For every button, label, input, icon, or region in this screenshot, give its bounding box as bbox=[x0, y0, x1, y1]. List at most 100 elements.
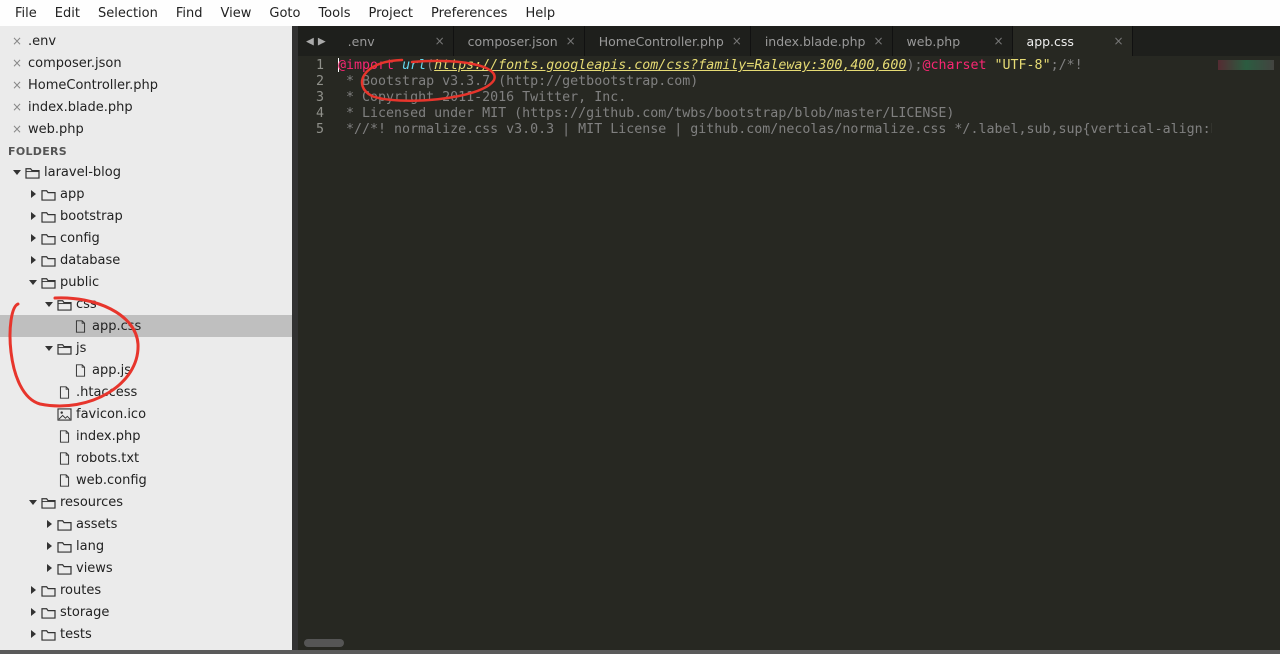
chevron-right-icon[interactable] bbox=[44, 563, 54, 573]
chevron-right-icon[interactable] bbox=[28, 211, 38, 221]
chevron-right-icon[interactable] bbox=[28, 629, 38, 639]
tree-folder-database[interactable]: database bbox=[0, 249, 292, 271]
chevron-right-icon[interactable] bbox=[28, 189, 38, 199]
tree-item-label: app.css bbox=[92, 319, 141, 334]
close-icon[interactable]: × bbox=[12, 122, 22, 136]
tree-file-favicon.ico[interactable]: favicon.ico bbox=[0, 403, 292, 425]
open-file-name: web.php bbox=[28, 122, 84, 137]
close-icon[interactable]: × bbox=[12, 78, 22, 92]
open-file[interactable]: × composer.json bbox=[0, 52, 292, 74]
tree-folder-config[interactable]: config bbox=[0, 227, 292, 249]
horizontal-scrollbar[interactable] bbox=[298, 636, 1280, 650]
menu-bar: File Edit Selection Find View Goto Tools… bbox=[0, 0, 1280, 26]
folder-open-icon bbox=[40, 274, 56, 290]
tree-item-label: lang bbox=[76, 539, 104, 554]
menu-selection[interactable]: Selection bbox=[89, 3, 167, 24]
tree-item-label: views bbox=[76, 561, 113, 576]
tree-folder-app[interactable]: app bbox=[0, 183, 292, 205]
tab--env[interactable]: .env × bbox=[334, 26, 454, 56]
nav-forward-icon[interactable]: ▶ bbox=[318, 34, 326, 49]
tree-item-label: assets bbox=[76, 517, 117, 532]
close-tab-icon[interactable]: × bbox=[873, 34, 883, 48]
menu-view[interactable]: View bbox=[212, 3, 261, 24]
tree-item-label: web.config bbox=[76, 473, 147, 488]
close-icon[interactable]: × bbox=[12, 56, 22, 70]
open-file[interactable]: × web.php bbox=[0, 118, 292, 140]
tree-folder-lang[interactable]: lang bbox=[0, 535, 292, 557]
code-area[interactable]: 1 2 3 4 5 @import url(https://fonts.goog… bbox=[298, 56, 1280, 636]
menu-tools[interactable]: Tools bbox=[309, 3, 359, 24]
open-file[interactable]: × .env bbox=[0, 30, 292, 52]
close-tab-icon[interactable]: × bbox=[732, 34, 742, 48]
chevron-right-icon[interactable] bbox=[28, 255, 38, 265]
menu-file[interactable]: File bbox=[6, 3, 46, 24]
tree-folder-assets[interactable]: assets bbox=[0, 513, 292, 535]
menu-find[interactable]: Find bbox=[167, 3, 212, 24]
tree-file-index.php[interactable]: index.php bbox=[0, 425, 292, 447]
menu-project[interactable]: Project bbox=[359, 3, 421, 24]
chevron-down-icon[interactable] bbox=[28, 277, 38, 287]
open-files-section: × .env × composer.json × HomeController.… bbox=[0, 26, 292, 140]
menu-preferences[interactable]: Preferences bbox=[422, 3, 516, 24]
tree-folder-tests[interactable]: tests bbox=[0, 623, 292, 645]
folder-open-icon bbox=[56, 296, 72, 312]
folder-icon bbox=[40, 626, 56, 642]
tree-item-label: laravel-blog bbox=[44, 165, 121, 180]
tree-item-label: public bbox=[60, 275, 99, 290]
close-icon[interactable]: × bbox=[12, 100, 22, 114]
tree-file-web.config[interactable]: web.config bbox=[0, 469, 292, 491]
tree-file-robots.txt[interactable]: robots.txt bbox=[0, 447, 292, 469]
menu-help[interactable]: Help bbox=[516, 3, 564, 24]
tree-folder-bootstrap[interactable]: bootstrap bbox=[0, 205, 292, 227]
tree-item-label: favicon.ico bbox=[76, 407, 146, 422]
close-tab-icon[interactable]: × bbox=[566, 34, 576, 48]
editor-pane: ◀ ▶ .env×composer.json×HomeController.ph… bbox=[298, 26, 1280, 650]
chevron-down-icon[interactable] bbox=[12, 167, 22, 177]
chevron-right-icon[interactable] bbox=[28, 607, 38, 617]
tree-folder-views[interactable]: views bbox=[0, 557, 292, 579]
tab-HomeController-php[interactable]: HomeController.php× bbox=[585, 26, 751, 56]
tab-label: .env bbox=[348, 34, 427, 49]
chevron-right-icon[interactable] bbox=[44, 541, 54, 551]
tree-folder-routes[interactable]: routes bbox=[0, 579, 292, 601]
open-file-name: .env bbox=[28, 34, 56, 49]
tree-item-label: index.php bbox=[76, 429, 140, 444]
chevron-down-icon[interactable] bbox=[28, 497, 38, 507]
sidebar[interactable]: × .env × composer.json × HomeController.… bbox=[0, 26, 298, 650]
chevron-down-icon[interactable] bbox=[44, 299, 54, 309]
tree-item-label: storage bbox=[60, 605, 109, 620]
open-file[interactable]: × HomeController.php bbox=[0, 74, 292, 96]
tree-file-app.css[interactable]: app.css bbox=[0, 315, 292, 337]
chevron-right-icon[interactable] bbox=[28, 585, 38, 595]
minimap[interactable] bbox=[1212, 56, 1280, 636]
tab-web-php[interactable]: web.php× bbox=[893, 26, 1013, 56]
tree-folder-laravel-blog[interactable]: laravel-blog bbox=[0, 161, 292, 183]
menu-goto[interactable]: Goto bbox=[260, 3, 309, 24]
tree-file-app.js[interactable]: app.js bbox=[0, 359, 292, 381]
chevron-right-icon[interactable] bbox=[44, 519, 54, 529]
close-tab-icon[interactable]: × bbox=[993, 34, 1003, 48]
close-icon[interactable]: × bbox=[12, 34, 22, 48]
tree-folder-public[interactable]: public bbox=[0, 271, 292, 293]
nav-back-icon[interactable]: ◀ bbox=[306, 34, 314, 49]
chevron-right-icon[interactable] bbox=[28, 233, 38, 243]
close-tab-icon[interactable]: × bbox=[1113, 34, 1123, 48]
menu-edit[interactable]: Edit bbox=[46, 3, 89, 24]
tab-bar: ◀ ▶ .env×composer.json×HomeController.ph… bbox=[298, 26, 1280, 56]
tab-index-blade-php[interactable]: index.blade.php× bbox=[751, 26, 893, 56]
tree-folder-css[interactable]: css bbox=[0, 293, 292, 315]
tree-file-.htaccess[interactable]: .htaccess bbox=[0, 381, 292, 403]
chevron-down-icon[interactable] bbox=[44, 343, 54, 353]
tree-item-label: .htaccess bbox=[76, 385, 137, 400]
tree-folder-js[interactable]: js bbox=[0, 337, 292, 359]
code-content[interactable]: @import url(https://fonts.googleapis.com… bbox=[334, 56, 1212, 636]
tree-folder-resources[interactable]: resources bbox=[0, 491, 292, 513]
tree-folder-storage[interactable]: storage bbox=[0, 601, 292, 623]
status-bar bbox=[0, 650, 1280, 654]
scrollbar-thumb[interactable] bbox=[304, 639, 344, 647]
tree-item-label: tests bbox=[60, 627, 92, 642]
open-file[interactable]: × index.blade.php bbox=[0, 96, 292, 118]
tab-composer-json[interactable]: composer.json× bbox=[454, 26, 585, 56]
close-tab-icon[interactable]: × bbox=[435, 34, 445, 48]
tab-app-css[interactable]: app.css× bbox=[1013, 26, 1133, 56]
